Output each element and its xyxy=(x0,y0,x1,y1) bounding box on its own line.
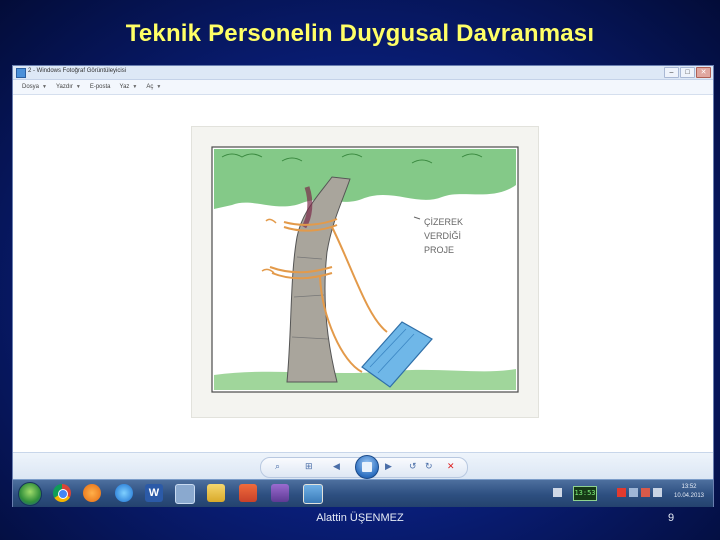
window-title: 2 - Windows Fotoğraf Görüntüleyicisi xyxy=(28,68,127,74)
page-number: 9 xyxy=(668,512,675,524)
chevron-down-icon: ▼ xyxy=(156,84,162,90)
clock-date: 10.04.2013 xyxy=(673,493,705,499)
minimize-button[interactable]: – xyxy=(664,67,679,78)
taskbar: W 13:53 13:52 10.04.2013 xyxy=(13,479,713,507)
active-window-icon[interactable] xyxy=(175,484,195,504)
menu-item-print[interactable]: Yazdır ▼ xyxy=(56,84,81,90)
image-viewport: ÇİZEREK VERDİĞİ PROJE xyxy=(13,95,713,452)
chevron-down-icon: ▼ xyxy=(42,84,47,90)
photo-viewer-app-icon xyxy=(16,68,26,78)
tray-window-icon[interactable] xyxy=(553,488,562,497)
taskbar-clock[interactable]: 13:52 10.04.2013 xyxy=(669,483,709,501)
volume-icon[interactable] xyxy=(653,488,662,497)
chevron-down-icon: ▼ xyxy=(75,84,81,90)
rotate-right-icon[interactable]: ↻ xyxy=(425,461,433,471)
caption-line-3: PROJE xyxy=(424,245,454,255)
caption-line-2: VERDİĞİ xyxy=(424,231,461,241)
menu-item-file[interactable]: Dosya ▼ xyxy=(22,84,47,90)
folder-icon[interactable] xyxy=(207,484,225,502)
tree-swing-drawing: ÇİZEREK VERDİĞİ PROJE xyxy=(191,126,539,418)
internet-explorer-icon[interactable] xyxy=(115,484,133,502)
flag-icon[interactable] xyxy=(617,488,626,497)
menu-bar: Dosya ▼ Yazdır ▼ E-posta Yaz ▼ Aç ▼ xyxy=(13,80,713,95)
menu-item-open[interactable]: Aç ▼ xyxy=(146,84,161,90)
word-icon[interactable]: W xyxy=(145,484,163,502)
slide-title: Teknik Personelin Duygusal Davranması xyxy=(125,20,595,47)
paint-icon[interactable] xyxy=(239,484,257,502)
rotate-left-icon[interactable]: ↺ xyxy=(409,461,417,471)
delete-icon[interactable]: ✕ xyxy=(447,461,455,471)
viewer-controls-bar: ⌕ ⊞ ◀ ▶ ↺ ↻ ✕ xyxy=(13,452,713,480)
zoom-icon[interactable]: ⌕ xyxy=(275,461,280,471)
tree-swing-illustration: ÇİZEREK VERDİĞİ PROJE xyxy=(211,146,519,393)
media-player-icon[interactable] xyxy=(83,484,101,502)
previous-icon[interactable]: ◀ xyxy=(333,461,340,471)
caption-line-1: ÇİZEREK xyxy=(424,217,463,227)
window-controls: – □ ✕ xyxy=(664,67,711,78)
maximize-button[interactable]: □ xyxy=(680,67,695,78)
antivirus-icon[interactable] xyxy=(641,488,650,497)
chrome-icon[interactable] xyxy=(53,484,71,502)
footer-author: Alattin ÜŞENMEZ xyxy=(316,512,404,524)
network-icon[interactable] xyxy=(629,488,638,497)
menu-item-burn[interactable]: Yaz ▼ xyxy=(120,84,138,90)
archive-icon[interactable] xyxy=(271,484,289,502)
next-icon[interactable]: ▶ xyxy=(385,461,392,471)
slideshow-icon xyxy=(362,462,372,472)
photo-viewer-window: 2 - Windows Fotoğraf Görüntüleyicisi – □… xyxy=(12,65,714,507)
slideshow-button[interactable] xyxy=(355,455,379,479)
start-button[interactable] xyxy=(18,482,42,506)
clock-time: 13:52 xyxy=(681,484,697,490)
window-titlebar[interactable]: 2 - Windows Fotoğraf Görüntüleyicisi – □… xyxy=(13,66,713,80)
menu-item-email[interactable]: E-posta xyxy=(90,84,111,90)
actual-size-icon[interactable]: ⊞ xyxy=(305,461,313,471)
photo-viewer-taskbar-icon[interactable] xyxy=(303,484,323,504)
close-button[interactable]: ✕ xyxy=(696,67,711,78)
tray-time-badge[interactable]: 13:53 xyxy=(573,486,597,501)
chevron-down-icon: ▼ xyxy=(132,84,138,90)
